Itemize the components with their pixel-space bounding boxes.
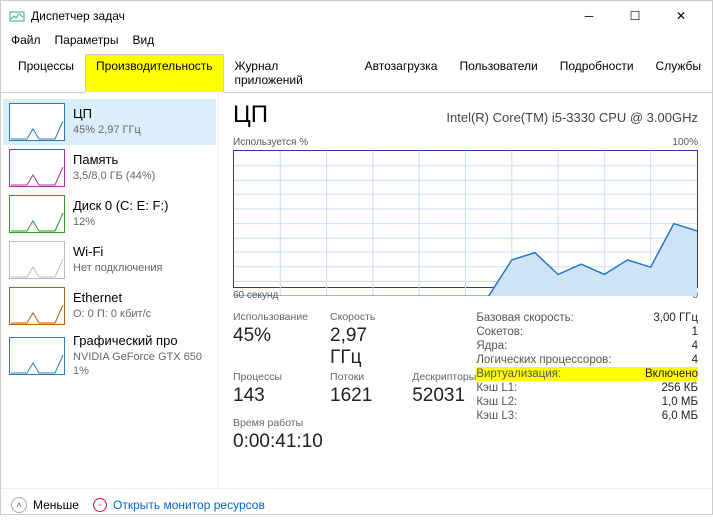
fewer-details-button[interactable]: ˄ Меньше [11, 497, 79, 513]
window-controls: ─ ☐ ✕ [566, 1, 704, 31]
tab-5[interactable]: Подробности [549, 54, 645, 93]
value-threads: 1621 [330, 385, 390, 407]
label-utilization: Использование [233, 311, 308, 323]
sidebar-item-5[interactable]: Графический проNVIDIA GeForce GTX 6501% [3, 329, 216, 382]
menu-view[interactable]: Вид [132, 33, 154, 47]
sidebar-title: Графический про [73, 333, 202, 350]
stat-row-0: Базовая скорость:3,00 ГГц [476, 311, 698, 325]
sidebar-item-1[interactable]: Память3,5/8,0 ГБ (44%) [3, 145, 216, 191]
menu-file[interactable]: Файл [11, 33, 41, 47]
minimize-button[interactable]: ─ [566, 1, 612, 31]
tab-6[interactable]: Службы [645, 54, 712, 93]
tabs: ПроцессыПроизводительностьЖурнал приложе… [1, 53, 712, 93]
stat-row-6: Кэш L2:1,0 МБ [476, 395, 698, 409]
stat-row-3: Логических процессоров:4 [476, 353, 698, 367]
main-panel: ЦП Intel(R) Core(TM) i5-3330 CPU @ 3.00G… [219, 93, 712, 488]
value-utilization: 45% [233, 325, 308, 369]
sidebar: ЦП45% 2,97 ГГцПамять3,5/8,0 ГБ (44%)Диск… [1, 93, 219, 488]
stat-row-1: Сокетов:1 [476, 325, 698, 339]
label-threads: Потоки [330, 371, 390, 383]
stat-row-2: Ядра:4 [476, 339, 698, 353]
chart-label-left: Используется % [233, 137, 308, 148]
sidebar-thumb [9, 195, 65, 233]
stats-right: Базовая скорость:3,00 ГГцСокетов:1Ядра:4… [476, 311, 698, 453]
sidebar-thumb [9, 287, 65, 325]
sidebar-sub: 45% 2,97 ГГц [73, 123, 141, 137]
app-icon [9, 8, 25, 24]
stats-left: Использование Скорость 45% 2,97 ГГц Проц… [233, 311, 476, 453]
sidebar-title: Wi-Fi [73, 244, 162, 261]
label-processes: Процессы [233, 371, 308, 383]
tab-0[interactable]: Процессы [7, 54, 85, 93]
cpu-model: Intel(R) Core(TM) i5-3330 CPU @ 3.00GHz [446, 110, 698, 125]
value-handles: 52031 [412, 385, 476, 407]
sidebar-title: ЦП [73, 106, 141, 123]
sidebar-sub: 3,5/8,0 ГБ (44%) [73, 169, 155, 183]
sidebar-thumb [9, 241, 65, 279]
sidebar-sub: Нет подключения [73, 261, 162, 275]
stat-row-4: Виртуализация:Включено [476, 367, 698, 381]
resource-monitor-icon: ~ [93, 498, 107, 512]
label-handles: Дескрипторы [412, 371, 476, 383]
sidebar-thumb [9, 337, 65, 375]
sidebar-item-0[interactable]: ЦП45% 2,97 ГГц [3, 99, 216, 145]
sidebar-thumb [9, 149, 65, 187]
value-speed: 2,97 ГГц [330, 325, 390, 369]
value-processes: 143 [233, 385, 308, 407]
menubar: Файл Параметры Вид [1, 31, 712, 53]
sidebar-item-2[interactable]: Диск 0 (C: E: F:)12% [3, 191, 216, 237]
sidebar-item-4[interactable]: EthernetО: 0 П: 0 кбит/с [3, 283, 216, 329]
titlebar: Диспетчер задач ─ ☐ ✕ [1, 1, 712, 31]
sidebar-title: Ethernet [73, 290, 151, 307]
menu-options[interactable]: Параметры [55, 33, 119, 47]
window-title: Диспетчер задач [31, 9, 125, 23]
chart-label-right: 100% [672, 137, 698, 148]
close-button[interactable]: ✕ [658, 1, 704, 31]
cpu-heading: ЦП [233, 101, 268, 129]
sidebar-sub: NVIDIA GeForce GTX 650 [73, 350, 202, 364]
sidebar-sub: 12% [73, 215, 168, 229]
label-uptime: Время работы [233, 417, 476, 429]
chevron-up-icon: ˄ [11, 497, 27, 513]
sidebar-item-3[interactable]: Wi-FiНет подключения [3, 237, 216, 283]
open-resource-monitor-link[interactable]: ~ Открыть монитор ресурсов [93, 498, 265, 512]
sidebar-sub: О: 0 П: 0 кбит/с [73, 307, 151, 321]
tab-1[interactable]: Производительность [85, 54, 223, 93]
cpu-chart [233, 150, 698, 288]
stat-row-5: Кэш L1:256 КБ [476, 381, 698, 395]
value-uptime: 0:00:41:10 [233, 431, 476, 453]
sidebar-title: Диск 0 (C: E: F:) [73, 198, 168, 215]
tab-3[interactable]: Автозагрузка [354, 54, 449, 93]
sidebar-title: Память [73, 152, 155, 169]
label-speed: Скорость [330, 311, 390, 323]
sidebar-thumb [9, 103, 65, 141]
tab-4[interactable]: Пользователи [448, 54, 548, 93]
stat-row-7: Кэш L3:6,0 МБ [476, 409, 698, 423]
tab-2[interactable]: Журнал приложений [224, 54, 354, 93]
maximize-button[interactable]: ☐ [612, 1, 658, 31]
footer: ˄ Меньше ~ Открыть монитор ресурсов [1, 488, 712, 521]
